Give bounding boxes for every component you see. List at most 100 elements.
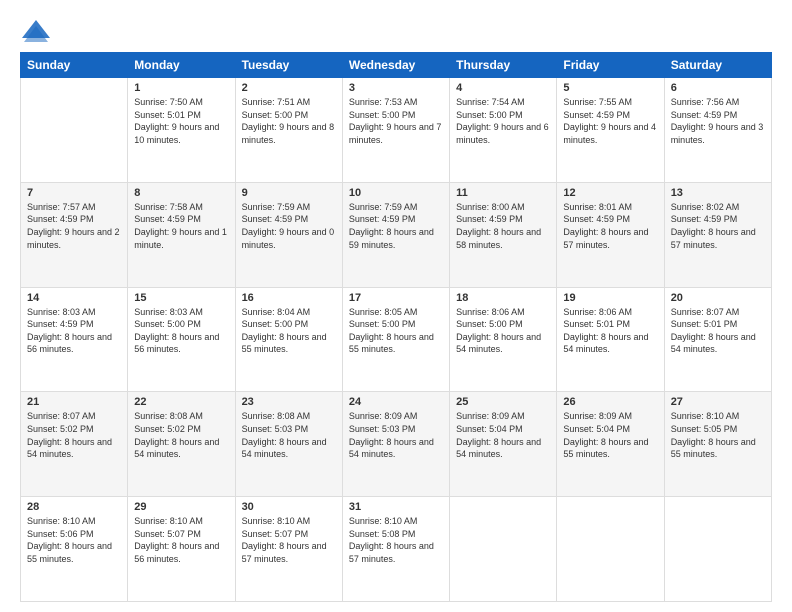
day-number: 14 <box>27 292 121 304</box>
calendar-cell: 30 Sunrise: 8:10 AMSunset: 5:07 PMDayligh… <box>235 497 342 602</box>
calendar-cell: 10 Sunrise: 7:59 AMSunset: 4:59 PMDayligh… <box>342 182 449 287</box>
day-number: 21 <box>27 396 121 408</box>
day-number: 5 <box>563 82 657 94</box>
day-number: 24 <box>349 396 443 408</box>
weekday-header-friday: Friday <box>557 53 664 78</box>
cell-info: Sunrise: 8:07 AMSunset: 5:02 PMDaylight:… <box>27 410 121 460</box>
calendar-cell: 7 Sunrise: 7:57 AMSunset: 4:59 PMDaylight… <box>21 182 128 287</box>
day-number: 9 <box>242 187 336 199</box>
calendar-cell: 28 Sunrise: 8:10 AMSunset: 5:06 PMDayligh… <box>21 497 128 602</box>
weekday-header-thursday: Thursday <box>450 53 557 78</box>
cell-info: Sunrise: 8:08 AMSunset: 5:02 PMDaylight:… <box>134 410 228 460</box>
day-number: 3 <box>349 82 443 94</box>
calendar-cell: 11 Sunrise: 8:00 AMSunset: 4:59 PMDayligh… <box>450 182 557 287</box>
weekday-header-wednesday: Wednesday <box>342 53 449 78</box>
cell-info: Sunrise: 7:53 AMSunset: 5:00 PMDaylight:… <box>349 96 443 146</box>
calendar-cell: 15 Sunrise: 8:03 AMSunset: 5:00 PMDayligh… <box>128 287 235 392</box>
weekday-header-row: SundayMondayTuesdayWednesdayThursdayFrid… <box>21 53 772 78</box>
day-number: 13 <box>671 187 765 199</box>
cell-info: Sunrise: 8:08 AMSunset: 5:03 PMDaylight:… <box>242 410 336 460</box>
calendar-cell: 14 Sunrise: 8:03 AMSunset: 4:59 PMDayligh… <box>21 287 128 392</box>
calendar-cell: 18Sunrise: 8:06 AMSunset: 5:00 PMDayligh… <box>450 287 557 392</box>
day-number: 19 <box>563 292 657 304</box>
calendar-cell: 5 Sunrise: 7:55 AMSunset: 4:59 PMDaylight… <box>557 78 664 183</box>
cell-info: Sunrise: 8:09 AMSunset: 5:03 PMDaylight:… <box>349 410 443 460</box>
cell-info: Sunrise: 7:59 AMSunset: 4:59 PMDaylight:… <box>349 201 443 251</box>
calendar-cell: 1 Sunrise: 7:50 AMSunset: 5:01 PMDaylight… <box>128 78 235 183</box>
calendar-cell: 24 Sunrise: 8:09 AMSunset: 5:03 PMDayligh… <box>342 392 449 497</box>
calendar-cell: 2 Sunrise: 7:51 AMSunset: 5:00 PMDaylight… <box>235 78 342 183</box>
cell-info: Sunrise: 8:02 AMSunset: 4:59 PMDaylight:… <box>671 201 765 251</box>
day-number: 29 <box>134 501 228 513</box>
cell-info: Sunrise: 7:51 AMSunset: 5:00 PMDaylight:… <box>242 96 336 146</box>
weekday-header-monday: Monday <box>128 53 235 78</box>
week-row-0: 1 Sunrise: 7:50 AMSunset: 5:01 PMDaylight… <box>21 78 772 183</box>
calendar-cell <box>664 497 771 602</box>
day-number: 10 <box>349 187 443 199</box>
cell-info: Sunrise: 8:10 AMSunset: 5:06 PMDaylight:… <box>27 515 121 565</box>
calendar-cell <box>557 497 664 602</box>
weekday-header-sunday: Sunday <box>21 53 128 78</box>
day-number: 28 <box>27 501 121 513</box>
calendar-cell <box>450 497 557 602</box>
cell-info: Sunrise: 8:05 AMSunset: 5:00 PMDaylight:… <box>349 306 443 356</box>
week-row-4: 28 Sunrise: 8:10 AMSunset: 5:06 PMDayligh… <box>21 497 772 602</box>
cell-info: Sunrise: 8:09 AMSunset: 5:04 PMDaylight:… <box>563 410 657 460</box>
calendar-cell: 20 Sunrise: 8:07 AMSunset: 5:01 PMDayligh… <box>664 287 771 392</box>
weekday-header-tuesday: Tuesday <box>235 53 342 78</box>
calendar-cell: 9Sunrise: 7:59 AMSunset: 4:59 PMDaylight… <box>235 182 342 287</box>
calendar-cell: 27Sunrise: 8:10 AMSunset: 5:05 PMDayligh… <box>664 392 771 497</box>
cell-info: Sunrise: 7:58 AMSunset: 4:59 PMDaylight:… <box>134 201 228 251</box>
day-number: 30 <box>242 501 336 513</box>
cell-info: Sunrise: 8:03 AMSunset: 4:59 PMDaylight:… <box>27 306 121 356</box>
cell-info: Sunrise: 7:54 AMSunset: 5:00 PMDaylight:… <box>456 96 550 146</box>
calendar-cell: 25 Sunrise: 8:09 AMSunset: 5:04 PMDayligh… <box>450 392 557 497</box>
cell-info: Sunrise: 7:56 AMSunset: 4:59 PMDaylight:… <box>671 96 765 146</box>
week-row-2: 14 Sunrise: 8:03 AMSunset: 4:59 PMDayligh… <box>21 287 772 392</box>
day-number: 7 <box>27 187 121 199</box>
day-number: 27 <box>671 396 765 408</box>
cell-info: Sunrise: 8:07 AMSunset: 5:01 PMDaylight:… <box>671 306 765 356</box>
cell-info: Sunrise: 8:00 AMSunset: 4:59 PMDaylight:… <box>456 201 550 251</box>
day-number: 12 <box>563 187 657 199</box>
calendar-table: SundayMondayTuesdayWednesdayThursdayFrid… <box>20 52 772 602</box>
weekday-header-saturday: Saturday <box>664 53 771 78</box>
day-number: 6 <box>671 82 765 94</box>
calendar-cell: 22Sunrise: 8:08 AMSunset: 5:02 PMDayligh… <box>128 392 235 497</box>
calendar-page: SundayMondayTuesdayWednesdayThursdayFrid… <box>0 0 792 612</box>
calendar-cell: 17Sunrise: 8:05 AMSunset: 5:00 PMDayligh… <box>342 287 449 392</box>
day-number: 4 <box>456 82 550 94</box>
cell-info: Sunrise: 8:04 AMSunset: 5:00 PMDaylight:… <box>242 306 336 356</box>
calendar-cell: 19 Sunrise: 8:06 AMSunset: 5:01 PMDayligh… <box>557 287 664 392</box>
day-number: 20 <box>671 292 765 304</box>
calendar-cell: 29 Sunrise: 8:10 AMSunset: 5:07 PMDayligh… <box>128 497 235 602</box>
calendar-cell: 3 Sunrise: 7:53 AMSunset: 5:00 PMDaylight… <box>342 78 449 183</box>
day-number: 15 <box>134 292 228 304</box>
cell-info: Sunrise: 7:55 AMSunset: 4:59 PMDaylight:… <box>563 96 657 146</box>
day-number: 18 <box>456 292 550 304</box>
cell-info: Sunrise: 8:06 AMSunset: 5:01 PMDaylight:… <box>563 306 657 356</box>
cell-info: Sunrise: 8:01 AMSunset: 4:59 PMDaylight:… <box>563 201 657 251</box>
cell-info: Sunrise: 8:09 AMSunset: 5:04 PMDaylight:… <box>456 410 550 460</box>
cell-info: Sunrise: 8:10 AMSunset: 5:08 PMDaylight:… <box>349 515 443 565</box>
calendar-cell: 4 Sunrise: 7:54 AMSunset: 5:00 PMDaylight… <box>450 78 557 183</box>
calendar-cell <box>21 78 128 183</box>
day-number: 1 <box>134 82 228 94</box>
cell-info: Sunrise: 8:03 AMSunset: 5:00 PMDaylight:… <box>134 306 228 356</box>
day-number: 8 <box>134 187 228 199</box>
header <box>20 18 772 46</box>
day-number: 25 <box>456 396 550 408</box>
cell-info: Sunrise: 8:10 AMSunset: 5:07 PMDaylight:… <box>134 515 228 565</box>
cell-info: Sunrise: 8:10 AMSunset: 5:07 PMDaylight:… <box>242 515 336 565</box>
calendar-cell: 13 Sunrise: 8:02 AMSunset: 4:59 PMDayligh… <box>664 182 771 287</box>
calendar-cell: 23Sunrise: 8:08 AMSunset: 5:03 PMDayligh… <box>235 392 342 497</box>
cell-info: Sunrise: 7:50 AMSunset: 5:01 PMDaylight:… <box>134 96 228 146</box>
calendar-cell: 6 Sunrise: 7:56 AMSunset: 4:59 PMDaylight… <box>664 78 771 183</box>
day-number: 11 <box>456 187 550 199</box>
day-number: 31 <box>349 501 443 513</box>
cell-info: Sunrise: 7:57 AMSunset: 4:59 PMDaylight:… <box>27 201 121 251</box>
day-number: 2 <box>242 82 336 94</box>
day-number: 16 <box>242 292 336 304</box>
calendar-cell: 21 Sunrise: 8:07 AMSunset: 5:02 PMDayligh… <box>21 392 128 497</box>
week-row-3: 21 Sunrise: 8:07 AMSunset: 5:02 PMDayligh… <box>21 392 772 497</box>
